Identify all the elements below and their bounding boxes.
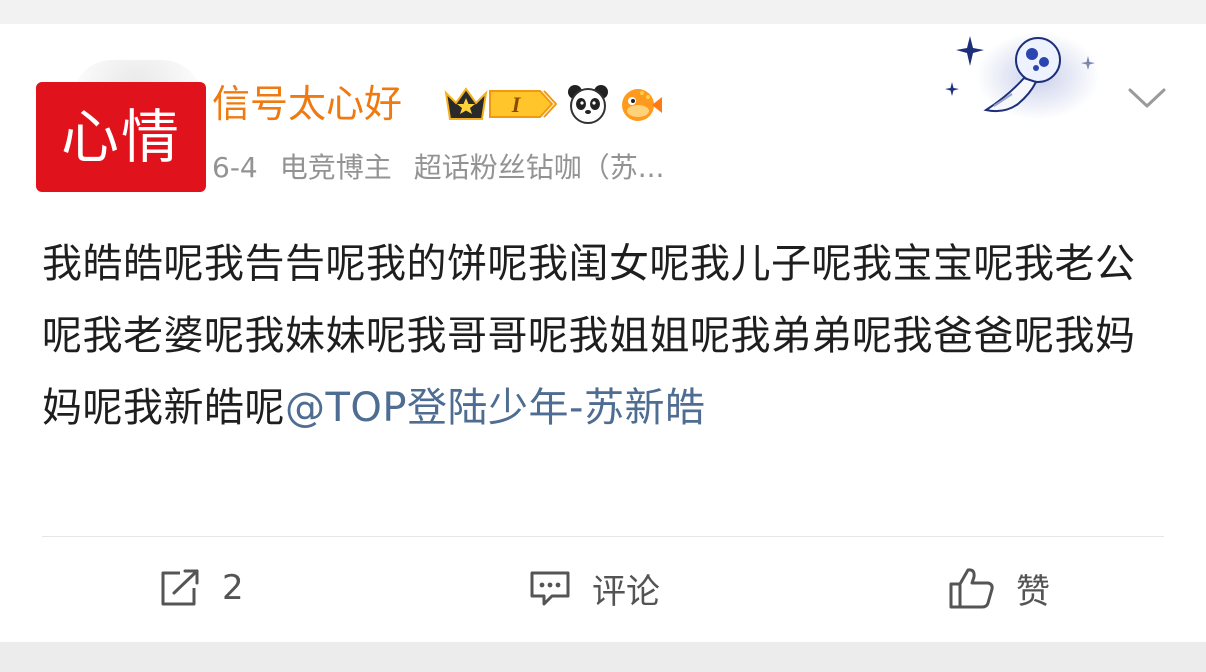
fan-title: 超话粉丝钻咖（苏... [413, 151, 665, 184]
avatar[interactable]: 心情 [36, 60, 206, 192]
user-role: 电竞博主 [279, 151, 392, 184]
next-card-strip [0, 642, 1206, 672]
like-button[interactable]: 赞 [948, 562, 1050, 614]
comment-icon [530, 571, 570, 606]
crown-level-badge[interactable]: I [444, 83, 558, 125]
repost-button[interactable]: 2 [158, 562, 244, 614]
thumbs-up-icon [949, 568, 994, 609]
comment-button[interactable]: 评论 [528, 562, 660, 614]
divider [42, 536, 1164, 537]
avatar-mood-badge: 心情 [36, 82, 206, 192]
panda-icon[interactable] [566, 83, 610, 125]
post-date: 6-4 [212, 151, 258, 184]
card-decoration-icon [945, 32, 1100, 120]
post-meta: 6-4 电竞博主 超话粉丝钻咖（苏... [212, 148, 686, 188]
chevron-down-icon[interactable] [1126, 82, 1168, 112]
username[interactable]: 信号太心好 [212, 80, 402, 128]
comment-label: 评论 [592, 571, 660, 612]
like-label: 赞 [1016, 571, 1050, 612]
repost-count: 2 [222, 568, 244, 608]
user-badges: I [444, 80, 664, 128]
weibo-post-page: 心情 信号太心好 I 6-4 电竞博主 超话粉丝钻咖（苏... 我皓皓呢我告告呢… [0, 0, 1206, 672]
post-content: 我皓皓呢我告告呢我的饼呢我闺女呢我儿子呢我宝宝呢我老公呢我老婆呢我妹妹呢我哥哥呢… [42, 228, 1152, 444]
level-badge-text: I [511, 92, 522, 117]
share-icon [161, 569, 199, 606]
pufferfish-icon[interactable] [618, 83, 664, 125]
mention-link[interactable]: @TOP登陆少年-苏新皓 [285, 385, 705, 431]
